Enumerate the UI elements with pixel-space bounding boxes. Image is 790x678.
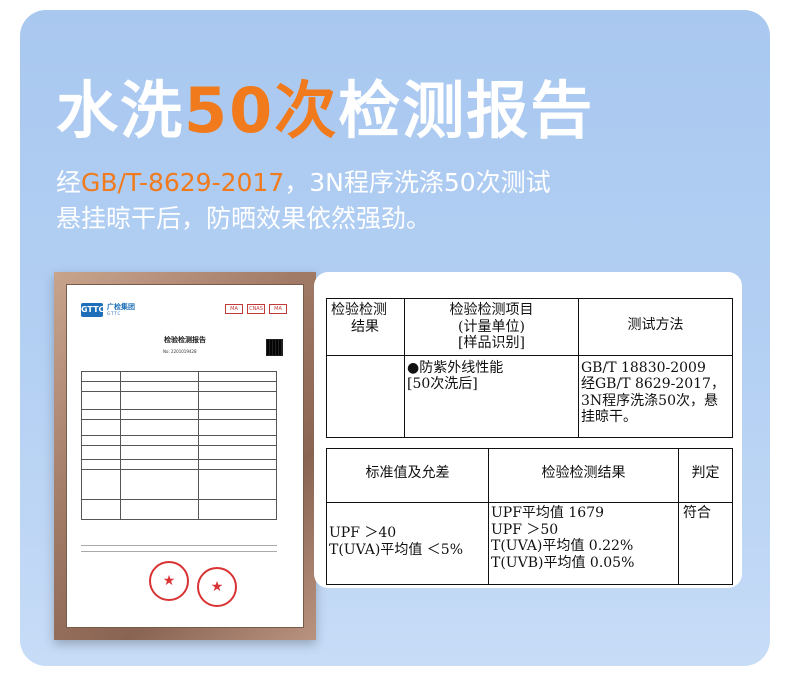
result-values: UPF平均值 1679 UPF ＞50 T(UVA)平均值 0.22% T(UV…	[488, 502, 679, 585]
test-item-sample: [50次洗后]	[407, 376, 478, 393]
red-seal-icon-2: ★	[197, 567, 237, 607]
report-excerpt-panel: 检验检测 结果 检验检测项目 (计量单位) [样品识别] 测试方法 ●防紫外线性…	[314, 272, 742, 588]
header-standard: 标准值及允差	[326, 448, 489, 503]
subtitle-line1: 经GB/T-8629-2017，3N程序洗涤50次测试	[56, 170, 551, 195]
header-result: 检验检测 结果	[326, 298, 405, 356]
result-cell-empty	[326, 354, 405, 438]
test-item-name: ●防紫外线性能	[407, 359, 504, 376]
cma-badge-icon-2: MA	[269, 304, 287, 314]
certificate-frame: GTTC 广检集团 GTTC MA CNAS MA 检验检测报告 No: 220…	[54, 272, 316, 640]
headline-part2: 检测报告	[338, 74, 595, 147]
test-method: GB/T 18830-2009 经GB/T 8629-2017， 3N程序洗涤5…	[578, 354, 733, 438]
certificate-document: GTTC 广检集团 GTTC MA CNAS MA 检验检测报告 No: 220…	[66, 284, 304, 628]
header-verdict: 判定	[678, 448, 733, 503]
qr-code-icon	[266, 339, 283, 356]
header-method: 测试方法	[578, 298, 733, 356]
gttc-logo-icon: GTTC	[81, 303, 104, 317]
headline-part1: 水洗	[56, 74, 185, 147]
logo-name: 广检集团	[107, 302, 135, 311]
standard-code: GB/T-8629-2017	[81, 168, 285, 197]
header-test-result: 检验检测结果	[488, 448, 679, 503]
report-table-top: 检验检测 结果 检验检测项目 (计量单位) [样品识别] 测试方法 ●防紫外线性…	[326, 298, 733, 438]
certificate-logo: GTTC 广检集团 GTTC	[81, 303, 135, 317]
certificate-report-no: No: 2201019428	[163, 349, 197, 354]
certificate-table	[81, 371, 277, 520]
cma-badge-icon: MA	[225, 304, 243, 314]
subtitle-rest: ，3N程序洗涤50次测试	[284, 168, 551, 197]
certificate-signature-lines	[81, 545, 277, 557]
cnas-badge-icon: CNAS	[247, 304, 265, 314]
subtitle-line2: 悬挂晾干后，防晒效果依然强劲。	[56, 204, 432, 233]
verdict-value: 符合	[678, 502, 733, 585]
subtitle-prefix: 经	[56, 168, 82, 197]
header-item: 检验检测项目 (计量单位) [样品识别]	[404, 298, 579, 356]
test-item: ●防紫外线性能 [50次洗后]	[404, 354, 579, 438]
headline-highlight: 50次	[184, 74, 339, 147]
accreditation-badges: MA CNAS MA	[225, 304, 287, 314]
report-table-bottom: 标准值及允差 检验检测结果 判定 UPF ＞40 T(UVA)平均值 ＜5% U…	[326, 448, 733, 585]
standard-values: UPF ＞40 T(UVA)平均值 ＜5%	[326, 502, 489, 585]
red-seal-icon: ★	[149, 561, 189, 601]
logo-sub: GTTC	[107, 311, 122, 317]
headline: 水洗50次检测报告	[56, 80, 594, 142]
background-panel: 水洗50次检测报告 经GB/T-8629-2017，3N程序洗涤50次测试 悬挂…	[20, 10, 770, 666]
